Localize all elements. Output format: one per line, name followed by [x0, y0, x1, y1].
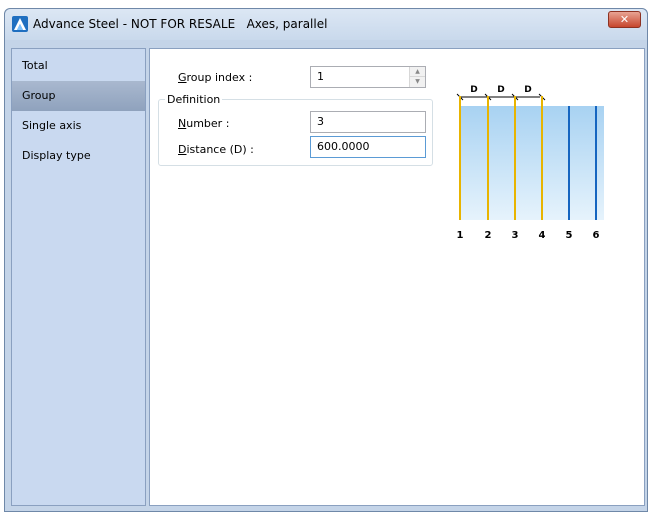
definition-title: Definition — [165, 93, 223, 106]
distance-input[interactable]: 600.0000 — [310, 136, 426, 158]
number-label: Number : — [178, 117, 230, 130]
axis-label-3: 3 — [512, 230, 519, 241]
content-panel: Group index : 1 ▲ ▼ Definition Number : … — [149, 48, 645, 506]
sidebar: Total Group Single axis Display type — [11, 48, 146, 506]
sidebar-item-group[interactable]: Group — [12, 81, 145, 111]
title-bar[interactable]: Advance Steel - NOT FOR RESALE Axes, par… — [5, 9, 647, 40]
dimension-label-3: D — [524, 85, 531, 95]
sidebar-item-total[interactable]: Total — [12, 51, 145, 81]
advance-steel-logo-icon — [12, 16, 28, 32]
dimension-label-2: D — [497, 85, 504, 95]
group-index-value: 1 — [317, 70, 324, 83]
window-title: Advance Steel - NOT FOR RESALE Axes, par… — [33, 17, 328, 31]
axes-band — [460, 106, 604, 220]
dimension-label-1: D — [470, 85, 477, 95]
spin-down-icon[interactable]: ▼ — [410, 77, 425, 87]
group-index-spinner[interactable]: ▲ ▼ — [409, 67, 425, 87]
axis-label-1: 1 — [457, 230, 464, 241]
sidebar-item-single-axis[interactable]: Single axis — [12, 111, 145, 141]
axis-label-4: 4 — [539, 230, 546, 241]
dialog-window: Advance Steel - NOT FOR RESALE Axes, par… — [4, 8, 648, 512]
axis-label-5: 5 — [566, 230, 573, 241]
spin-up-icon[interactable]: ▲ — [410, 67, 425, 77]
close-button[interactable]: ✕ — [608, 11, 641, 28]
number-input[interactable]: 3 — [310, 111, 426, 133]
group-index-label: Group index : — [178, 71, 253, 84]
group-index-input[interactable]: 1 ▲ ▼ — [310, 66, 426, 88]
parallel-axes-diagram: D D D 1 2 3 4 5 6 — [457, 85, 604, 241]
distance-label: Distance (D) : — [178, 143, 254, 156]
axis-label-2: 2 — [485, 230, 492, 241]
axis-label-6: 6 — [593, 230, 600, 241]
sidebar-item-display-type[interactable]: Display type — [12, 141, 145, 171]
